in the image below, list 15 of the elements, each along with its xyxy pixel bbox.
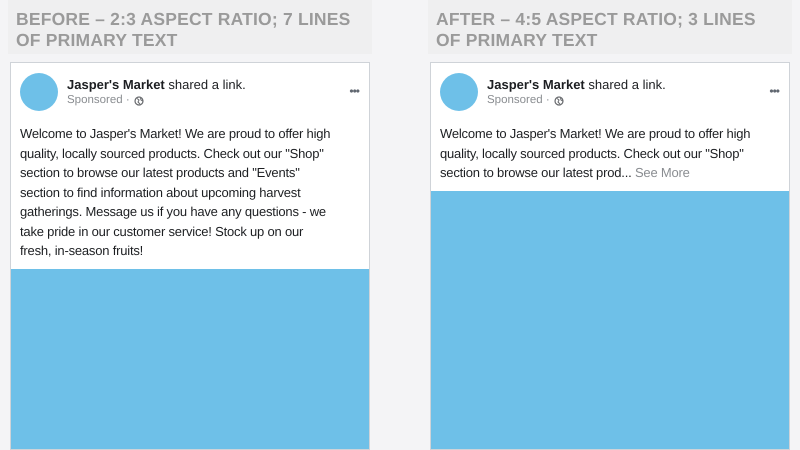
post-text: Welcome to Jasper's Market! We are proud to offer high quality, locally sourced products. Check out our "Shop" section to browse our latest prod... See More (439, 125, 752, 182)
globe-icon (554, 96, 564, 106)
sponsored-label: Sponsored · (67, 93, 130, 108)
avatar (440, 73, 478, 111)
more-options-button[interactable]: ••• (349, 82, 359, 100)
panel-heading: AFTER – 4:5 ASPECT RATIO; 3 LINES OF PRIMARY TEXT (428, 0, 792, 54)
post-author-line: Jasper's Market shared a link. (67, 76, 247, 93)
post-text: Welcome to Jasper's Market! We are proud to offer high quality, locally sourced products. Check out our "Shop" section to browse our latest products and "Events" section to find information about upcoming harvest gatherings. Message us if you have any questions - we take pride in our customer service! Stock up on our fresh, in-season fruits! (19, 125, 332, 260)
panel-heading: BEFORE – 2:3 ASPECT RATIO; 7 LINES OF PRIMARY TEXT (8, 0, 372, 54)
avatar (20, 73, 58, 111)
sponsored-label: Sponsored · (487, 93, 550, 108)
see-more-link[interactable]: See More (634, 165, 690, 180)
more-options-button[interactable]: ••• (769, 82, 779, 100)
post-author-line: Jasper's Market shared a link. (487, 76, 667, 93)
globe-icon (134, 96, 144, 106)
